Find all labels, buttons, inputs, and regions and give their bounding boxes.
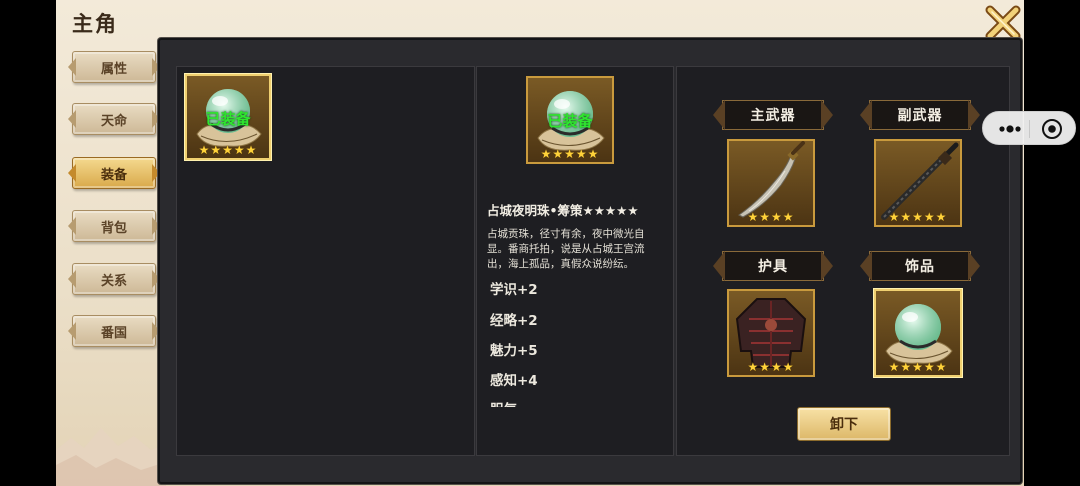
inventory-list[interactable]: 已装备 ★★★★★ bbox=[176, 66, 475, 456]
slot-label-sub-weapon: 副武器 bbox=[869, 100, 971, 130]
item-stars: ★★★★★ bbox=[888, 360, 948, 374]
equipped-tag: 已装备 bbox=[205, 110, 251, 128]
stat-line: 魅力+5 bbox=[490, 343, 538, 359]
more-icon[interactable] bbox=[993, 117, 1027, 141]
item-detail-panel: 已装备 ★★★★★ 占城夜明珠•筹策★★★★★ 占城贡珠，径寸有余，夜中微光自显… bbox=[476, 66, 674, 456]
tab-equipment[interactable]: 装备 bbox=[72, 157, 156, 189]
equip-slot-main-weapon[interactable]: ★★★★ bbox=[727, 139, 815, 227]
item-description: 占城贡珠，径寸有余，夜中微光自显。番商托拍，说是从占城王宫流出，海上孤品，真假众… bbox=[487, 228, 645, 270]
tab-label: 装备 bbox=[100, 167, 127, 183]
tab-destiny[interactable]: 天命 bbox=[72, 103, 156, 135]
tab-label: 背包 bbox=[100, 220, 127, 236]
tab-vassal-states[interactable]: 番国 bbox=[72, 315, 156, 347]
equip-slot-accessory[interactable]: ★★★★★ bbox=[874, 289, 962, 377]
capsule-divider bbox=[1029, 120, 1030, 138]
mountain-decoration-icon bbox=[56, 428, 166, 486]
window-title: 主角 bbox=[72, 12, 118, 36]
tab-relations[interactable]: 关系 bbox=[72, 263, 156, 295]
item-name: 占城夜明珠•筹策★★★★★ bbox=[487, 203, 639, 218]
exit-target-icon[interactable] bbox=[1039, 117, 1065, 141]
stat-line: 经略+2 bbox=[490, 313, 538, 329]
inventory-item[interactable]: 已装备 ★★★★★ bbox=[185, 74, 271, 160]
main-panel: 已装备 ★★★★★ 已装备 ★★★★★ 占城夜明珠•筹策★★★★★ 占城贡珠，径… bbox=[158, 38, 1022, 484]
equipment-slots-panel: 主武器 副武器 ★★★★ ★★★★★ 护具 饰品 ★★★★ ★★★★★ bbox=[676, 66, 1010, 456]
slot-label-main-weapon: 主武器 bbox=[722, 100, 824, 130]
tab-attributes[interactable]: 属性 bbox=[72, 51, 156, 83]
tab-backpack[interactable]: 背包 bbox=[72, 210, 156, 242]
close-icon[interactable] bbox=[984, 4, 1022, 42]
stat-line: 学识+2 bbox=[490, 282, 538, 298]
equip-slot-sub-weapon[interactable]: ★★★★★ bbox=[874, 139, 962, 227]
tab-label: 番国 bbox=[100, 325, 127, 341]
detail-item-icon: 已装备 ★★★★★ bbox=[526, 76, 614, 164]
miniprogram-capsule bbox=[982, 111, 1076, 145]
item-stars: ★★★★★ bbox=[888, 210, 948, 224]
slot-label-armor: 护具 bbox=[722, 251, 824, 281]
item-stars: ★★★★ bbox=[747, 360, 795, 374]
tab-label: 属性 bbox=[100, 61, 127, 77]
unequip-button[interactable]: 卸下 bbox=[797, 407, 891, 441]
equipped-tag: 已装备 bbox=[547, 112, 593, 130]
equip-slot-armor[interactable]: ★★★★ bbox=[727, 289, 815, 377]
tab-label: 天命 bbox=[100, 113, 127, 129]
item-stars: ★★★★★ bbox=[198, 143, 258, 157]
tab-label: 关系 bbox=[100, 273, 127, 289]
slot-label-accessory: 饰品 bbox=[869, 251, 971, 281]
stat-line: 感知+4 bbox=[490, 373, 538, 389]
item-stars: ★★★★ bbox=[747, 210, 795, 224]
stat-line-cutoff: 胆气+1 bbox=[490, 400, 530, 407]
item-stars: ★★★★★ bbox=[540, 147, 600, 161]
